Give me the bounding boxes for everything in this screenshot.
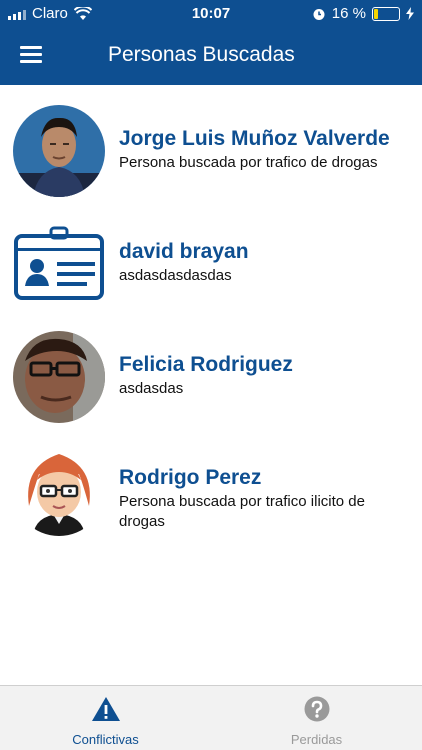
app-header: Personas Buscadas [0,28,422,85]
person-description: Persona buscada por trafico de drogas [119,154,378,171]
list-item-person[interactable]: Jorge Luis Muñoz Valverde Persona buscad… [0,105,422,205]
warning-triangle-icon [91,697,120,721]
avatar [13,331,105,423]
avatar [13,444,105,536]
list-item-person[interactable]: Rodrigo Perez Persona buscada por trafic… [0,444,422,544]
alarm-icon [313,8,325,20]
tab-conflictivas[interactable]: Conflictivas [0,686,211,750]
person-description: asdasdas [119,380,184,397]
list-item-person[interactable]: david brayan asdasdasdasdas [0,218,422,318]
hamburger-menu-icon [20,46,42,49]
person-name: Jorge Luis Muñoz Valverde [119,127,390,150]
question-circle-icon [304,696,329,722]
person-name: david brayan [119,240,249,263]
battery-percent: 16 % [331,5,366,22]
status-right: 16 % [312,5,414,22]
tab-label: Perdidas [290,732,343,747]
tab-perdidas[interactable]: Perdidas [211,686,422,750]
bottom-tab-bar: Conflictivas Perdidas [0,685,422,750]
person-name: Felicia Rodriguez [119,353,293,376]
list-item-person[interactable]: Felicia Rodriguez asdasdas [0,331,422,431]
charging-icon [406,7,414,20]
status-bar: Claro 10:07 16 % [0,0,422,28]
page-title: Personas Buscadas [108,43,295,66]
battery-icon [372,6,400,21]
person-description: asdasdasdasdas [119,267,232,284]
person-description: Persona buscada por trafico ilicito de d… [119,493,365,530]
avatar [13,105,105,197]
tab-label: Conflictivas [72,732,139,747]
person-name: Rodrigo Perez [119,466,262,489]
id-card-icon [13,218,105,310]
menu-button[interactable] [20,46,42,64]
